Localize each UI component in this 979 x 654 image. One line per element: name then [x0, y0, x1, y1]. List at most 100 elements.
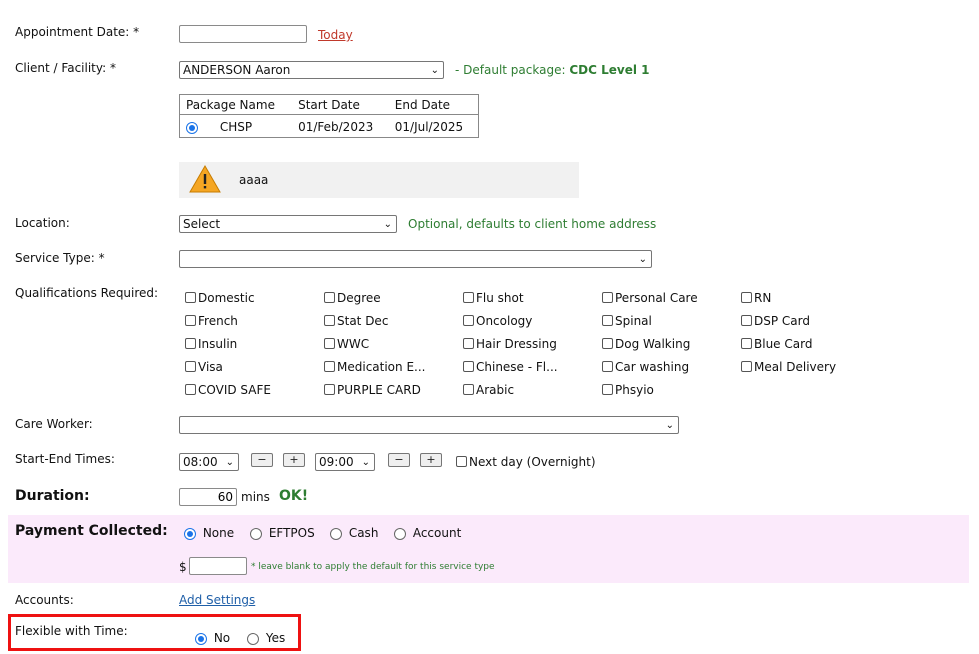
- qualification-checkbox[interactable]: Car washing: [602, 360, 689, 374]
- client-select[interactable]: ANDERSON Aaron ⌄: [179, 61, 444, 79]
- checkbox-box[interactable]: [185, 292, 196, 303]
- payment-radio-cash[interactable]: [330, 527, 342, 540]
- add-settings-link[interactable]: Add Settings: [179, 593, 255, 607]
- appointment-date-input[interactable]: [179, 25, 307, 43]
- location-select[interactable]: Select ⌄: [179, 215, 397, 233]
- checkbox-box[interactable]: [185, 315, 196, 326]
- payment-option-eftpos[interactable]: EFTPOS: [250, 526, 315, 540]
- qualification-label: WWC: [337, 337, 370, 351]
- location-label: Location:: [15, 216, 70, 230]
- qualification-checkbox[interactable]: Domestic: [185, 291, 255, 305]
- qualification-checkbox[interactable]: Personal Care: [602, 291, 698, 305]
- qualification-checkbox[interactable]: Flu shot: [463, 291, 524, 305]
- package-start-cell: 01/Feb/2023: [298, 120, 374, 134]
- qualification-label: Medication E...: [337, 360, 426, 374]
- currency-symbol: $: [179, 560, 187, 574]
- payment-option-account[interactable]: Account: [394, 526, 461, 540]
- start-time-select[interactable]: 08:00 ⌄: [179, 453, 239, 471]
- qualification-checkbox[interactable]: Stat Dec: [324, 314, 388, 328]
- payment-radio-none[interactable]: [184, 527, 196, 540]
- flexible-time-label: Flexible with Time:: [15, 624, 128, 638]
- qualification-label: Chinese - Fl...: [476, 360, 558, 374]
- start-date-header: Start Date: [292, 94, 389, 115]
- checkbox-box[interactable]: [602, 384, 613, 395]
- qualification-checkbox[interactable]: Arabic: [463, 383, 514, 397]
- qualification-checkbox[interactable]: COVID SAFE: [185, 383, 271, 397]
- qualification-label: Arabic: [476, 383, 515, 397]
- qualification-checkbox[interactable]: Blue Card: [741, 337, 812, 351]
- checkbox-box[interactable]: [741, 292, 752, 303]
- end-date-header: End Date: [388, 94, 479, 115]
- package-name-value: CHSP: [219, 120, 253, 134]
- checkbox-box[interactable]: [463, 292, 474, 303]
- package-end-cell: 01/Jul/2025: [394, 120, 464, 134]
- qualification-checkbox[interactable]: Insulin: [185, 337, 237, 351]
- qualification-checkbox[interactable]: Visa: [185, 360, 223, 374]
- qualification-checkbox[interactable]: Oncology: [463, 314, 532, 328]
- qualification-label: Flu shot: [476, 291, 524, 305]
- flexible-radio-yes[interactable]: [247, 632, 259, 645]
- qualification-checkbox[interactable]: RN: [741, 291, 771, 305]
- checkbox-box[interactable]: [185, 338, 196, 349]
- next-day-checkbox[interactable]: Next day (Overnight): [456, 455, 596, 469]
- checkbox-box[interactable]: [463, 384, 474, 395]
- checkbox-box[interactable]: [324, 361, 335, 372]
- payment-amount-input[interactable]: [189, 557, 247, 575]
- start-minus-button[interactable]: −: [251, 453, 273, 467]
- qualification-checkbox[interactable]: Dog Walking: [602, 337, 690, 351]
- checkbox-box[interactable]: [324, 384, 335, 395]
- checkbox-box[interactable]: [741, 361, 752, 372]
- checkbox-box[interactable]: [324, 315, 335, 326]
- care-worker-select[interactable]: ⌄: [179, 416, 679, 434]
- client-facility-label: Client / Facility: *: [15, 61, 116, 75]
- warning-text: aaaa: [239, 173, 269, 187]
- default-package-value: CDC Level 1: [569, 63, 650, 77]
- package-radio[interactable]: [186, 121, 198, 134]
- qualification-checkbox[interactable]: Medication E...: [324, 360, 425, 374]
- chevron-down-icon: ⌄: [383, 219, 392, 230]
- qualification-checkbox[interactable]: Hair Dressing: [463, 337, 557, 351]
- service-type-select[interactable]: ⌄: [179, 250, 652, 268]
- flexible-radio-no[interactable]: [195, 632, 207, 645]
- start-end-times-label: Start-End Times:: [15, 452, 115, 466]
- checkbox-box[interactable]: [602, 338, 613, 349]
- chevron-down-icon: ⌄: [361, 457, 370, 468]
- flexible-option-no[interactable]: No: [195, 631, 230, 645]
- qualification-label: Meal Delivery: [754, 360, 837, 374]
- payment-option-cash[interactable]: Cash: [330, 526, 378, 540]
- qualification-checkbox[interactable]: PURPLE CARD: [324, 383, 421, 397]
- checkbox-box[interactable]: [185, 361, 196, 372]
- checkbox-box[interactable]: [324, 338, 335, 349]
- checkbox-box[interactable]: [741, 338, 752, 349]
- checkbox-box[interactable]: [463, 361, 474, 372]
- payment-radio-eftpos[interactable]: [250, 527, 262, 540]
- qualification-checkbox[interactable]: Spinal: [602, 314, 652, 328]
- payment-option-none[interactable]: None: [184, 526, 234, 540]
- checkbox-box[interactable]: [185, 384, 196, 395]
- checkbox-box[interactable]: [741, 315, 752, 326]
- payment-radio-account[interactable]: [394, 527, 406, 540]
- today-link[interactable]: Today: [318, 28, 353, 42]
- flexible-option-yes[interactable]: Yes: [247, 631, 285, 645]
- qualification-checkbox[interactable]: DSP Card: [741, 314, 810, 328]
- checkbox-box[interactable]: [463, 315, 474, 326]
- flexible-option-label: Yes: [265, 631, 286, 645]
- start-plus-button[interactable]: +: [283, 453, 305, 467]
- checkbox-box[interactable]: [602, 361, 613, 372]
- qualification-checkbox[interactable]: WWC: [324, 337, 369, 351]
- checkbox-box[interactable]: [602, 292, 613, 303]
- qualification-checkbox[interactable]: Degree: [324, 291, 381, 305]
- end-minus-button[interactable]: −: [388, 453, 410, 467]
- end-time-select[interactable]: 09:00 ⌄: [315, 453, 375, 471]
- checkbox-box[interactable]: [456, 456, 467, 467]
- checkbox-box[interactable]: [602, 315, 613, 326]
- checkbox-box[interactable]: [463, 338, 474, 349]
- qualification-checkbox[interactable]: Phsyio: [602, 383, 654, 397]
- checkbox-box[interactable]: [324, 292, 335, 303]
- end-plus-button[interactable]: +: [420, 453, 442, 467]
- package-name-header: Package Name: [179, 94, 293, 115]
- duration-input[interactable]: [179, 488, 237, 506]
- qualification-checkbox[interactable]: French: [185, 314, 238, 328]
- qualification-checkbox[interactable]: Meal Delivery: [741, 360, 836, 374]
- qualification-checkbox[interactable]: Chinese - Fl...: [463, 360, 558, 374]
